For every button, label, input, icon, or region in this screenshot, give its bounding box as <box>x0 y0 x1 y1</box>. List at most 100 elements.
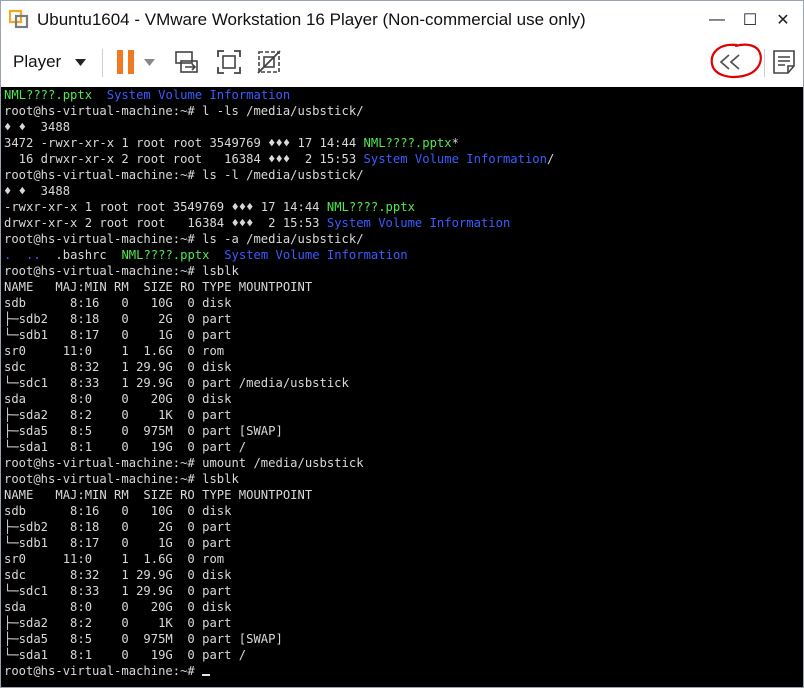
unity-button[interactable] <box>252 45 286 79</box>
terminal-text-segment: sda 8:0 0 20G 0 disk <box>4 600 232 614</box>
terminal-text-segment: -rwxr-xr-x 1 root root 3549769 ♦♦♦ 17 14… <box>4 200 327 214</box>
close-icon: ✕ <box>776 12 790 29</box>
terminal-line: drwxr-xr-x 2 root root 16384 ♦♦♦ 2 15:53… <box>4 215 510 231</box>
terminal-line: NML????.pptx System Volume Information <box>4 87 290 103</box>
terminal-text-segment: sr0 11:0 1 1.6G 0 rom <box>4 344 225 358</box>
terminal-line: ├─sdb2 8:18 0 2G 0 part <box>4 311 231 327</box>
terminal-line: sda 8:0 0 20G 0 disk <box>4 391 231 407</box>
terminal-text-segment: ♦ ♦ 3488 <box>4 120 71 134</box>
terminal-text-segment: NML????.pptx <box>363 136 452 150</box>
terminal-line: ├─sda5 8:5 0 975M 0 part [SWAP] <box>4 423 283 439</box>
terminal-line: root@hs-virtual-machine:~# ls -l /media/… <box>4 167 364 183</box>
terminal-text-segment: sdc 8:32 1 29.9G 0 disk <box>4 568 232 582</box>
terminal-text-segment: └─sda1 8:1 0 19G 0 part / <box>4 440 247 454</box>
unity-icon <box>257 50 281 74</box>
maximize-button[interactable]: ☐ <box>737 7 763 33</box>
terminal-text-segment: root@hs-virtual-machine:~# ls -l /media/… <box>4 168 364 182</box>
terminal-text-segment: 16 drwxr-xr-x 2 root root 16384 ♦♦♦ 2 15… <box>4 152 364 166</box>
terminal-line: └─sdc1 8:33 1 29.9G 0 part <box>4 583 231 599</box>
terminal-text-segment: ├─sda5 8:5 0 975M 0 part [SWAP] <box>4 424 283 438</box>
terminal-line: sdb 8:16 0 10G 0 disk <box>4 295 231 311</box>
terminal-line: └─sda1 8:1 0 19G 0 part / <box>4 647 246 663</box>
chevron-down-icon <box>75 58 87 66</box>
minimize-button[interactable]: — <box>704 7 730 33</box>
close-button[interactable]: ✕ <box>770 7 796 33</box>
terminal-line: ♦ ♦ 3488 <box>4 119 70 135</box>
terminal-text-segment: └─sdb1 8:17 0 1G 0 part <box>4 328 232 342</box>
terminal-line: ♦ ♦ 3488 <box>4 183 70 199</box>
terminal-text-segment: .bashrc <box>40 248 122 262</box>
red-circle-annotation <box>710 43 762 79</box>
send-ctrl-alt-del-button[interactable] <box>170 45 204 79</box>
terminal-line: ├─sda5 8:5 0 975M 0 part [SWAP] <box>4 631 283 647</box>
terminal-text-segment: root@hs-virtual-machine:~# umount /media… <box>4 456 364 470</box>
terminal-text-segment: └─sdc1 8:33 1 29.9G 0 part /media/usbsti… <box>4 376 349 390</box>
toolbar-divider <box>102 49 103 77</box>
terminal-text-segment: sdb 8:16 0 10G 0 disk <box>4 504 232 518</box>
terminal-text-segment: root@hs-virtual-machine:~# ls -a /media/… <box>4 232 364 246</box>
send-ctrl-alt-del-icon <box>175 51 198 73</box>
terminal-text-segment: NML????.pptx <box>4 88 93 102</box>
terminal-text-segment: ├─sdb2 8:18 0 2G 0 part <box>4 520 232 534</box>
title-bar[interactable]: Ubuntu1604 - VMware Workstation 16 Playe… <box>1 1 803 39</box>
terminal-cursor <box>202 674 211 676</box>
terminal-text-segment: root@hs-virtual-machine:~# lsblk <box>4 472 239 486</box>
terminal-text-segment: NML????.pptx <box>121 248 210 262</box>
terminal-text-segment: sdb 8:16 0 10G 0 disk <box>4 296 232 310</box>
terminal-line: root@hs-virtual-machine:~# <box>4 663 211 679</box>
pause-button[interactable] <box>109 45 143 79</box>
terminal-text-segment: sr0 11:0 1 1.6G 0 rom <box>4 552 225 566</box>
terminal-line: . .. .bashrc NML????.pptx System Volume … <box>4 247 408 263</box>
terminal-text-segment: NAME MAJ:MIN RM SIZE RO TYPE MOUNTPOINT <box>4 488 313 502</box>
terminal-text-segment: root@hs-virtual-machine:~# <box>4 664 203 678</box>
terminal-text-segment: └─sda1 8:1 0 19G 0 part / <box>4 648 247 662</box>
player-menu-label: Player <box>13 52 62 71</box>
player-menu-button[interactable]: Player <box>7 47 92 77</box>
fit-window-icon <box>217 50 241 74</box>
terminal-text-segment: ├─sda2 8:2 0 1K 0 part <box>4 408 232 422</box>
vmware-player-window: Ubuntu1604 - VMware Workstation 16 Playe… <box>0 0 804 688</box>
terminal-line: -rwxr-xr-x 1 root root 3549769 ♦♦♦ 17 14… <box>4 199 415 215</box>
terminal-line: sr0 11:0 1 1.6G 0 rom <box>4 551 224 567</box>
terminal-line: root@hs-virtual-machine:~# umount /media… <box>4 455 364 471</box>
terminal-line: sr0 11:0 1 1.6G 0 rom <box>4 343 224 359</box>
terminal-text-segment: 3472 -rwxr-xr-x 1 root root 3549769 ♦♦♦ … <box>4 136 364 150</box>
maximize-icon: ☐ <box>742 12 758 29</box>
terminal-text-segment: NML????.pptx <box>326 200 415 214</box>
fit-window-button[interactable] <box>212 45 246 79</box>
terminal-line: └─sda1 8:1 0 19G 0 part / <box>4 439 246 455</box>
terminal-line: ├─sda2 8:2 0 1K 0 part <box>4 407 231 423</box>
terminal-line: sda 8:0 0 20G 0 disk <box>4 599 231 615</box>
terminal-text-segment: ├─sda5 8:5 0 975M 0 part [SWAP] <box>4 632 283 646</box>
terminal-text-segment: System Volume Information <box>224 248 408 262</box>
toolbar-divider <box>764 49 765 77</box>
terminal-text-segment: / <box>546 152 555 166</box>
terminal-line: NAME MAJ:MIN RM SIZE RO TYPE MOUNTPOINT <box>4 487 312 503</box>
terminal-line: NAME MAJ:MIN RM SIZE RO TYPE MOUNTPOINT <box>4 279 312 295</box>
terminal-text-segment: root@hs-virtual-machine:~# lsblk <box>4 264 239 278</box>
player-toolbar: Player <box>1 39 803 87</box>
vm-console-terminal[interactable]: NML????.pptx System Volume Information ro… <box>1 87 803 687</box>
terminal-text-segment: NAME MAJ:MIN RM SIZE RO TYPE MOUNTPOINT <box>4 280 313 294</box>
notes-button[interactable] <box>767 45 801 79</box>
terminal-text-segment: sdc 8:32 1 29.9G 0 disk <box>4 360 232 374</box>
vmware-app-icon <box>9 9 29 29</box>
terminal-line: ├─sda2 8:2 0 1K 0 part <box>4 615 231 631</box>
terminal-text-segment: └─sdb1 8:17 0 1G 0 part <box>4 536 232 550</box>
terminal-line: 16 drwxr-xr-x 2 root root 16384 ♦♦♦ 2 15… <box>4 151 555 167</box>
terminal-line: root@hs-virtual-machine:~# lsblk <box>4 263 239 279</box>
terminal-text-segment: └─sdc1 8:33 1 29.9G 0 part <box>4 584 232 598</box>
terminal-line: ├─sdb2 8:18 0 2G 0 part <box>4 519 231 535</box>
window-title: Ubuntu1604 - VMware Workstation 16 Playe… <box>37 10 586 29</box>
terminal-line: sdc 8:32 1 29.9G 0 disk <box>4 359 231 375</box>
terminal-text-segment: System Volume Information <box>326 216 511 230</box>
terminal-line: └─sdb1 8:17 0 1G 0 part <box>4 327 231 343</box>
power-options-dropdown[interactable] <box>139 45 159 79</box>
terminal-text-segment: System Volume Information <box>106 88 291 102</box>
terminal-text-segment: ├─sda2 8:2 0 1K 0 part <box>4 616 232 630</box>
terminal-text-segment: ├─sdb2 8:18 0 2G 0 part <box>4 312 232 326</box>
terminal-text-segment: System Volume Information <box>363 152 547 166</box>
